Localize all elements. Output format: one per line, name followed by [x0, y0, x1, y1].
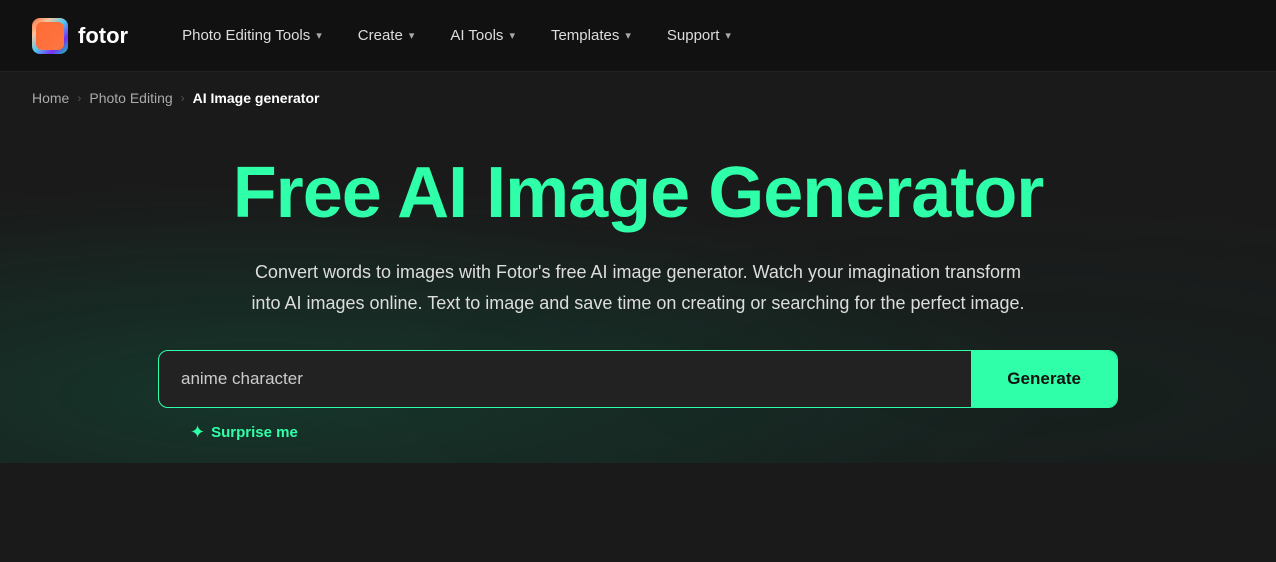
hero-section: Free AI Image Generator Convert words to… [0, 124, 1276, 463]
logo-text: fotor [78, 23, 128, 49]
hero-title: Free AI Image Generator [233, 154, 1044, 233]
hero-description: Convert words to images with Fotor's fre… [238, 257, 1038, 318]
nav-label-support: Support [667, 27, 720, 44]
breadcrumb: Home › Photo Editing › AI Image generato… [0, 72, 1276, 124]
logo-icon [32, 18, 68, 54]
main-nav: fotor Photo Editing Tools ▾ Create ▾ AI … [0, 0, 1276, 72]
prompt-input[interactable] [159, 351, 971, 407]
nav-item-photo-editing-tools[interactable]: Photo Editing Tools ▾ [168, 19, 336, 52]
nav-label-ai-tools: AI Tools [450, 27, 503, 44]
generate-button[interactable]: Generate [971, 351, 1117, 407]
nav-item-support[interactable]: Support ▾ [653, 19, 745, 52]
chevron-down-icon: ▾ [625, 29, 631, 42]
chevron-down-icon: ▾ [725, 29, 731, 42]
breadcrumb-sep-1: › [77, 91, 81, 105]
nav-item-ai-tools[interactable]: AI Tools ▾ [436, 19, 529, 52]
breadcrumb-sep-2: › [181, 91, 185, 105]
nav-label-photo-editing-tools: Photo Editing Tools [182, 27, 310, 44]
surprise-me-label: Surprise me [211, 424, 298, 441]
nav-label-create: Create [358, 27, 403, 44]
chevron-down-icon: ▾ [509, 29, 515, 42]
prompt-input-row: Generate [158, 350, 1118, 408]
chevron-down-icon: ▾ [409, 29, 415, 42]
chevron-down-icon: ▾ [316, 29, 322, 42]
breadcrumb-current: AI Image generator [193, 90, 320, 106]
nav-menu: Photo Editing Tools ▾ Create ▾ AI Tools … [168, 19, 745, 52]
nav-item-templates[interactable]: Templates ▾ [537, 19, 645, 52]
breadcrumb-photo-editing[interactable]: Photo Editing [89, 90, 172, 106]
surprise-me-row[interactable]: ✦ Surprise me [190, 422, 298, 443]
sparkle-icon: ✦ [190, 422, 205, 443]
logo[interactable]: fotor [32, 18, 128, 54]
nav-label-templates: Templates [551, 27, 619, 44]
breadcrumb-home[interactable]: Home [32, 90, 69, 106]
nav-item-create[interactable]: Create ▾ [344, 19, 429, 52]
